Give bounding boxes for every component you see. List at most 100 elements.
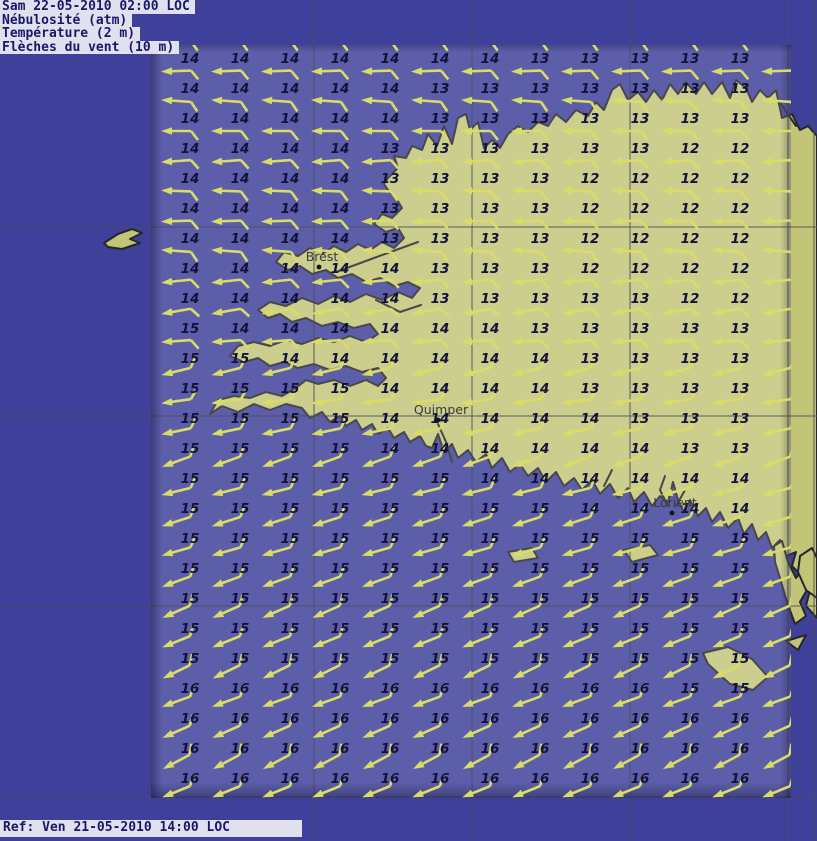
- temperature-value: 15: [631, 561, 650, 577]
- temperature-value: 14: [181, 81, 200, 97]
- temperature-value: 14: [231, 141, 250, 157]
- model-run-reference: Ref: Ven 21-05-2010 14:00 LOC: [0, 820, 302, 837]
- temperature-value: 15: [681, 651, 700, 667]
- temperature-value: 14: [331, 81, 350, 97]
- temperature-value: 15: [581, 621, 600, 637]
- temperature-value: 13: [631, 51, 650, 67]
- temperature-value: 15: [481, 651, 500, 667]
- temperature-value: 14: [381, 381, 400, 397]
- temperature-value: 15: [431, 651, 450, 667]
- temperature-value: 15: [281, 651, 300, 667]
- temperature-value: 13: [681, 441, 700, 457]
- temperature-value: 13: [531, 201, 550, 217]
- temperature-value: 14: [381, 321, 400, 337]
- temperature-value: 15: [281, 441, 300, 457]
- temperature-value: 14: [481, 441, 500, 457]
- temperature-value: 15: [281, 411, 300, 427]
- temperature-value: 16: [581, 771, 600, 787]
- temperature-value: 13: [631, 111, 650, 127]
- temperature-value: 14: [381, 261, 400, 277]
- temperature-value: 14: [181, 291, 200, 307]
- temperature-value: 13: [731, 351, 750, 367]
- temperature-value: 14: [381, 441, 400, 457]
- temperature-value: 13: [481, 171, 500, 187]
- temperature-value: 15: [531, 531, 550, 547]
- temperature-value: 15: [331, 381, 350, 397]
- temperature-value: 15: [431, 501, 450, 517]
- temperature-value: 14: [231, 51, 250, 67]
- temperature-value: 12: [631, 261, 650, 277]
- temperature-value: 16: [631, 771, 650, 787]
- temperature-value: 13: [731, 81, 750, 97]
- temperature-value: 16: [331, 771, 350, 787]
- temperature-value: 14: [181, 201, 200, 217]
- temperature-value: 14: [431, 441, 450, 457]
- temperature-value: 12: [631, 201, 650, 217]
- temperature-value: 12: [731, 141, 750, 157]
- temperature-value: 15: [331, 531, 350, 547]
- temperature-value: 16: [181, 741, 200, 757]
- temperature-value: 15: [431, 621, 450, 637]
- temperature-value: 15: [381, 561, 400, 577]
- temperature-value: 13: [431, 111, 450, 127]
- temperature-value: 13: [531, 81, 550, 97]
- temperature-value: 13: [581, 321, 600, 337]
- temperature-value: 15: [381, 651, 400, 667]
- temperature-value: 16: [681, 711, 700, 727]
- temperature-value: 13: [431, 171, 450, 187]
- temperature-value: 14: [381, 351, 400, 367]
- temperature-value: 14: [731, 471, 750, 487]
- temperature-value: 14: [581, 441, 600, 457]
- temperature-value: 13: [631, 81, 650, 97]
- temperature-value: 15: [231, 561, 250, 577]
- temperature-value: 16: [531, 741, 550, 757]
- temperature-value: 14: [381, 51, 400, 67]
- layer-wind-arrows: Flèches du vent (10 m): [0, 41, 179, 55]
- temperature-value: 15: [531, 651, 550, 667]
- temperature-value: 14: [181, 261, 200, 277]
- temperature-value: 16: [581, 711, 600, 727]
- temperature-value: 14: [481, 381, 500, 397]
- temperature-value: 14: [331, 231, 350, 247]
- temperature-value: 14: [331, 321, 350, 337]
- temperature-value: 15: [331, 621, 350, 637]
- temperature-value: 16: [181, 771, 200, 787]
- temperature-value: 14: [381, 411, 400, 427]
- temperature-value: 14: [331, 201, 350, 217]
- temperature-value: 13: [481, 201, 500, 217]
- temperature-value: 16: [531, 681, 550, 697]
- temperature-value: 16: [281, 681, 300, 697]
- temperature-value: 13: [631, 291, 650, 307]
- temperature-value: 15: [731, 681, 750, 697]
- temperature-value: 15: [531, 621, 550, 637]
- temperature-value: 14: [181, 171, 200, 187]
- temperature-value: 13: [431, 81, 450, 97]
- temperature-value: 16: [381, 711, 400, 727]
- temperature-value: 15: [231, 381, 250, 397]
- temperature-value: 15: [181, 351, 200, 367]
- temperature-value: 15: [231, 501, 250, 517]
- temperature-value: 15: [631, 651, 650, 667]
- temperature-value: 15: [381, 471, 400, 487]
- temperature-value: 15: [231, 471, 250, 487]
- temperature-value: 14: [531, 351, 550, 367]
- temperature-value: 16: [631, 711, 650, 727]
- temperature-value: 13: [731, 51, 750, 67]
- temperature-value: 15: [231, 441, 250, 457]
- temperature-value: 15: [181, 561, 200, 577]
- temperature-value: 14: [581, 411, 600, 427]
- temperature-value: 13: [581, 381, 600, 397]
- temperature-value: 15: [681, 681, 700, 697]
- temperature-value: 14: [531, 411, 550, 427]
- temperature-value: 14: [581, 501, 600, 517]
- temperature-value: 15: [331, 471, 350, 487]
- temperature-value: 12: [681, 141, 700, 157]
- temperature-value: 13: [481, 291, 500, 307]
- temperature-value: 12: [681, 291, 700, 307]
- temperature-value: 14: [331, 141, 350, 157]
- temperature-value: 15: [281, 591, 300, 607]
- temperature-value: 13: [581, 111, 600, 127]
- temperature-value: 16: [631, 741, 650, 757]
- temperature-value: 13: [431, 231, 450, 247]
- temperature-value: 13: [531, 111, 550, 127]
